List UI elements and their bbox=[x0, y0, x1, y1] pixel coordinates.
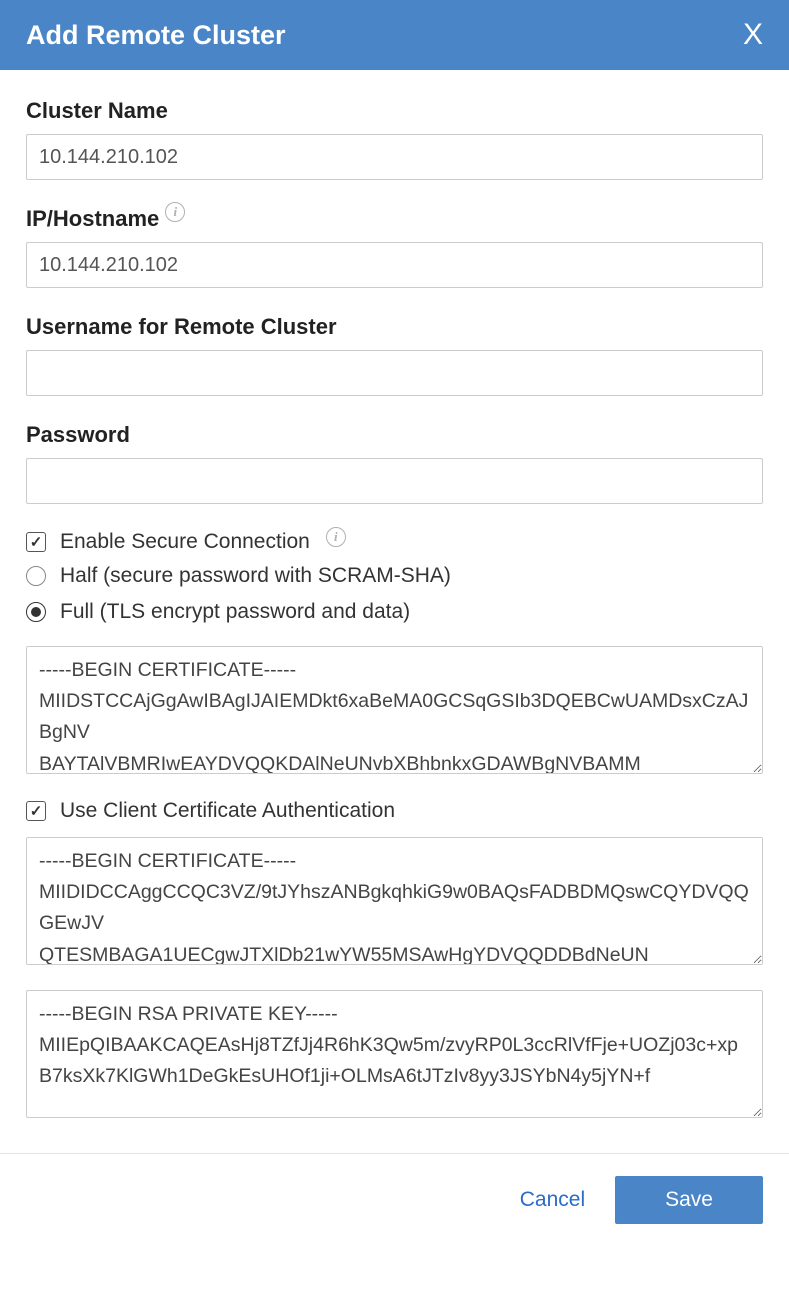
username-input[interactable] bbox=[26, 350, 763, 396]
ip-hostname-input[interactable] bbox=[26, 242, 763, 288]
secure-full-row[interactable]: Full (TLS encrypt password and data) bbox=[26, 600, 763, 624]
secure-mode-group: Half (secure password with SCRAM-SHA) Fu… bbox=[26, 564, 763, 624]
password-label: Password bbox=[26, 422, 763, 448]
username-label: Username for Remote Cluster bbox=[26, 314, 763, 340]
private-key-textarea[interactable] bbox=[26, 990, 763, 1118]
info-icon[interactable]: i bbox=[326, 527, 346, 547]
cancel-button[interactable]: Cancel bbox=[520, 1188, 585, 1212]
cluster-name-input[interactable] bbox=[26, 134, 763, 180]
secure-half-row[interactable]: Half (secure password with SCRAM-SHA) bbox=[26, 564, 763, 588]
certificate-textarea[interactable] bbox=[26, 646, 763, 774]
client-cert-auth-label: Use Client Certificate Authentication bbox=[60, 799, 395, 823]
modal-title: Add Remote Cluster bbox=[26, 20, 286, 51]
cluster-name-label: Cluster Name bbox=[26, 98, 763, 124]
password-input[interactable] bbox=[26, 458, 763, 504]
client-cert-auth-checkbox[interactable] bbox=[26, 801, 46, 821]
modal-footer: Cancel Save bbox=[0, 1153, 789, 1246]
ip-hostname-label-row: IP/Hostname i bbox=[26, 206, 763, 232]
secure-full-label: Full (TLS encrypt password and data) bbox=[60, 600, 410, 624]
enable-secure-row[interactable]: Enable Secure Connection i bbox=[26, 530, 763, 554]
secure-full-radio[interactable] bbox=[26, 602, 46, 622]
close-icon[interactable]: X bbox=[743, 18, 763, 52]
username-group: Username for Remote Cluster bbox=[26, 314, 763, 396]
ip-hostname-label: IP/Hostname bbox=[26, 206, 159, 232]
ip-hostname-group: IP/Hostname i bbox=[26, 206, 763, 288]
info-icon[interactable]: i bbox=[165, 202, 185, 222]
cluster-name-group: Cluster Name bbox=[26, 98, 763, 180]
modal-body: Cluster Name IP/Hostname i Username for … bbox=[0, 70, 789, 1143]
client-cert-textarea[interactable] bbox=[26, 837, 763, 965]
enable-secure-label: Enable Secure Connection bbox=[60, 530, 310, 554]
secure-half-radio[interactable] bbox=[26, 566, 46, 586]
save-button[interactable]: Save bbox=[615, 1176, 763, 1224]
password-group: Password bbox=[26, 422, 763, 504]
client-cert-auth-row[interactable]: Use Client Certificate Authentication bbox=[26, 799, 763, 823]
modal-header: Add Remote Cluster X bbox=[0, 0, 789, 70]
secure-half-label: Half (secure password with SCRAM-SHA) bbox=[60, 564, 451, 588]
enable-secure-checkbox[interactable] bbox=[26, 532, 46, 552]
